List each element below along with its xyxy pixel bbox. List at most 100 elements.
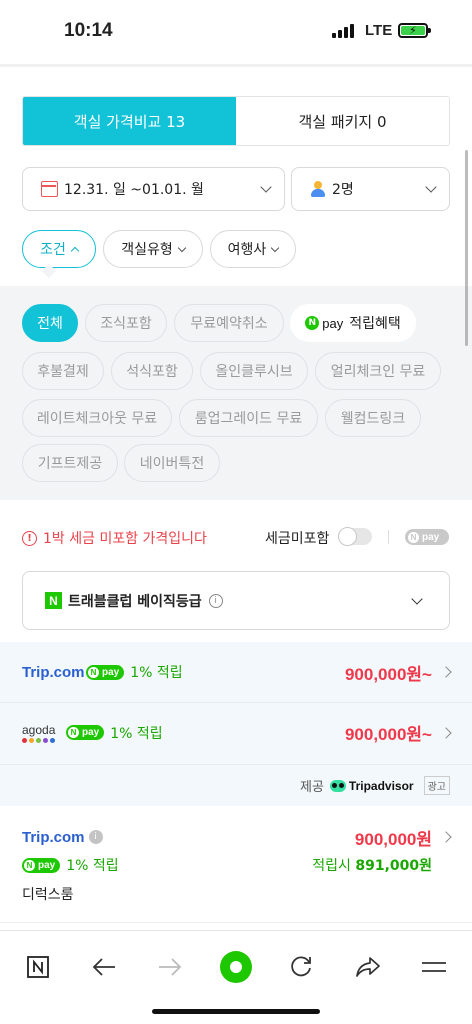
status-time: 10:14 [64,20,113,41]
refresh-button[interactable] [281,947,321,987]
info-icon[interactable]: i [88,830,103,844]
chip-npay-reward[interactable]: Npay 적립혜택 [290,304,416,342]
home-indicator[interactable] [152,1009,320,1014]
npay-filter-badge[interactable]: N pay [405,529,449,545]
npay-icon: Npay [305,316,343,331]
price-after-reward: 적립시 891,000원 [312,858,432,874]
menu-button[interactable] [414,947,454,987]
scrollbar[interactable] [465,150,468,346]
chevron-down-icon [177,243,187,252]
chip-npay-reward-label: 적립혜택 [349,316,401,332]
filter-room-type-label: 객실유형 [121,242,173,258]
chip-welcome-drink[interactable]: 웰컴드링크 [325,399,421,437]
filter-condition-label: 조건 [40,242,66,258]
chevron-down-icon [425,181,437,193]
naver-n-icon: N [45,592,62,609]
filter-agency[interactable]: 여행사 [210,230,296,268]
chevron-up-icon [70,246,80,255]
chip-gift[interactable]: 기프트제공 [22,444,118,482]
earn-rate: 1% 적립 [110,725,163,742]
tripcom-logo: Trip.com [22,828,85,846]
listing-price: 900,000원 [354,829,432,849]
refresh-icon [291,956,311,977]
arrow-left-icon [92,958,115,976]
browser-toolbar [0,930,472,1024]
tripcom-logo: Trip.com [22,663,85,681]
tax-toggle[interactable] [338,527,372,546]
tab-price-compare[interactable]: 객실 가격비교 13 [23,97,236,145]
date-label: 12.31. 일 ~01.01. 월 [64,182,204,198]
condition-panel: 전체 조식포함 무료예약취소 Npay 적립혜택 후불결제 석식포함 올인클루시… [0,286,472,500]
forward-button[interactable] [150,947,190,987]
filter-agency-label: 여행사 [227,242,267,258]
filter-condition[interactable]: 조건 [22,230,96,268]
person-icon [310,181,326,197]
chip-all-inclusive[interactable]: 올인클루시브 [200,352,308,390]
menu-icon [422,962,446,972]
chip-free-cancel[interactable]: 무료예약취소 [174,304,284,342]
share-icon [356,957,380,977]
chip-room-upgrade[interactable]: 룸업그레이드 무료 [179,399,318,437]
status-bar: 10:14 LTE ⚡ [0,0,472,64]
chevron-down-icon [271,243,280,252]
earn-rate: 1% 적립 [66,858,119,874]
date-selector[interactable]: 12.31. 일 ~01.01. 월 [22,167,285,211]
back-button[interactable] [84,947,124,987]
ad-badge: 광고 [423,776,450,795]
offer-price: 900,000원~ [344,664,432,684]
travel-club-dropdown[interactable]: N 트래블클럽 베이직등급 i [22,571,450,630]
chip-early-checkin[interactable]: 얼리체크인 무료 [315,352,441,390]
network-label: LTE [365,22,393,39]
guest-label: 2명 [332,182,354,198]
alert-icon: ! [22,530,37,546]
provided-by: 제공 Tripadvisor 광고 [0,764,472,806]
listing-card[interactable]: Trip.com i 900,000원 Npay 1% 적립 적립시 891,0… [22,826,452,904]
chevron-down-icon [260,181,272,193]
chevron-right-icon [440,726,452,739]
chip-postpay[interactable]: 후불결제 [22,352,104,390]
tax-warning-text: 1박 세금 미포함 가격입니다 [43,531,207,547]
room-tabs: 객실 가격비교 13 객실 패키지 0 [22,96,450,146]
npay-badge: Npay [86,664,125,680]
club-title: 트래블클럽 베이직등급 [68,593,202,610]
chip-dinner[interactable]: 석식포함 [111,352,193,390]
arrow-right-icon [159,958,182,976]
chevron-right-icon [440,666,452,678]
provided-label: 제공 [299,780,324,795]
naver-home-button[interactable] [18,947,58,987]
tab-package[interactable]: 객실 패키지 0 [236,97,449,145]
green-dot-button[interactable] [216,947,256,987]
chevron-right-icon [440,831,452,843]
npay-filter-label: pay [422,531,440,543]
offer-price: 900,000원~ [344,725,432,744]
signal-icon [332,24,354,38]
battery-icon: ⚡ [398,23,431,38]
agoda-logo: agoda [22,723,66,743]
offer-row[interactable]: Trip.com Npay 1% 적립 900,000원~ [0,642,472,702]
divider [0,922,472,923]
naver-n-icon [27,956,49,978]
npay-icon: N [408,531,419,543]
chip-all[interactable]: 전체 [22,304,78,342]
divider [388,530,389,544]
tripadvisor-logo: Tripadvisor [329,779,414,793]
calendar-icon [41,181,58,197]
tax-toggle-label: 세금미포함 [265,531,330,547]
header-divider [0,64,472,67]
tax-warning: ! 1박 세금 미포함 가격입니다 [22,528,207,548]
room-type: 디럭스룸 [22,887,74,903]
filter-room-type[interactable]: 객실유형 [103,230,203,268]
offer-list: Trip.com Npay 1% 적립 900,000원~ agoda Npay… [0,642,472,806]
chip-breakfast[interactable]: 조식포함 [85,304,167,342]
chevron-down-icon [411,592,423,605]
npay-badge: Npay [22,857,61,873]
info-icon[interactable]: i [208,593,223,608]
chip-late-checkout[interactable]: 레이트체크아웃 무료 [22,399,172,437]
npay-badge: Npay [66,725,105,740]
chip-naver-special[interactable]: 네이버특전 [124,444,220,482]
share-button[interactable] [348,947,388,987]
offer-row[interactable]: agoda Npay 1% 적립 900,000원~ [0,702,472,762]
guest-selector[interactable]: 2명 [291,167,450,211]
earn-rate: 1% 적립 [130,665,183,681]
green-dot-icon [220,951,252,983]
